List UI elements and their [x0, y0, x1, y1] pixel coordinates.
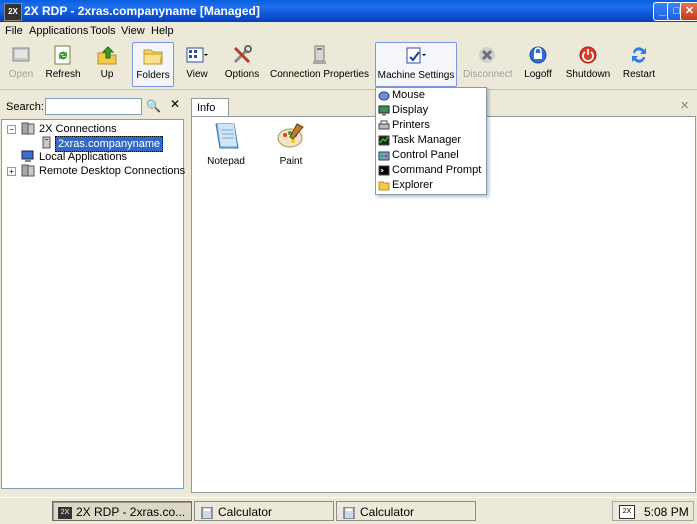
open-button[interactable]: Open	[6, 42, 36, 85]
taskbar: 2X 2X RDP - 2xras.co... Calculator Calcul…	[0, 497, 697, 524]
connection-tree: − 2X Connections 2xras.companyname Local…	[1, 119, 185, 489]
tab-info[interactable]: Info	[191, 98, 229, 116]
menu-bar: File Applications Tools View Help	[0, 22, 697, 39]
explorer-icon	[378, 181, 390, 191]
app-icon: 2X	[4, 3, 22, 21]
disconnect-icon	[479, 47, 495, 63]
menu-help[interactable]: Help	[151, 25, 174, 37]
collapse-icon[interactable]: −	[7, 125, 16, 134]
logoff-icon	[529, 46, 547, 64]
app-2x-icon: 2X	[58, 506, 72, 519]
menu-item-control-panel[interactable]: Control Panel	[378, 148, 459, 163]
paint-icon	[277, 123, 304, 148]
clock[interactable]: 5:08 PM	[644, 502, 689, 522]
app-notepad[interactable]: Notepad	[196, 120, 256, 167]
menu-view[interactable]: View	[121, 25, 145, 37]
command-prompt-icon	[378, 165, 390, 176]
folders-button[interactable]: Folders	[132, 42, 174, 87]
taskbar-item-2x-rdp[interactable]: 2X 2X RDP - 2xras.co...	[52, 501, 192, 521]
taskbar-item-calculator-2[interactable]: Calculator	[336, 501, 476, 521]
menu-item-display[interactable]: Display	[378, 103, 428, 118]
server-group-icon	[21, 122, 35, 135]
menu-tools[interactable]: Tools	[90, 25, 116, 37]
menu-item-task-manager[interactable]: Task Manager	[378, 133, 461, 148]
printers-icon	[378, 120, 390, 130]
refresh-icon	[54, 45, 71, 65]
calculator-icon	[201, 506, 213, 519]
close-tab-icon[interactable]: ✕	[680, 99, 689, 112]
notepad-icon	[215, 123, 239, 149]
system-tray: 2X 5:08 PM	[612, 501, 694, 521]
mouse-icon	[378, 91, 390, 101]
up-button[interactable]: Up	[95, 42, 119, 85]
close-button[interactable]: ✕	[680, 2, 697, 21]
search-label: Search:	[6, 101, 44, 113]
expand-icon[interactable]: +	[7, 167, 16, 176]
menu-applications[interactable]: Applications	[29, 25, 88, 37]
toolbar: Open Refresh Up Folders View Options Con…	[0, 39, 697, 90]
open-icon	[12, 47, 30, 62]
logoff-button[interactable]: Logoff	[523, 42, 553, 85]
title-bar[interactable]: 2X 2X RDP - 2xras.companyname [Managed] …	[0, 0, 697, 22]
search-input[interactable]	[45, 98, 142, 115]
shutdown-icon	[579, 46, 597, 64]
disconnect-button[interactable]: Disconnect	[463, 42, 512, 85]
window-title: 2X RDP - 2xras.companyname [Managed]	[24, 4, 260, 18]
up-icon	[97, 46, 117, 65]
machine-settings-button[interactable]: Machine Settings	[375, 42, 457, 87]
display-icon	[378, 105, 390, 116]
folders-icon	[143, 49, 163, 65]
taskbar-item-calculator-1[interactable]: Calculator	[194, 501, 334, 521]
app-paint[interactable]: Paint	[261, 120, 321, 167]
refresh-button[interactable]: Refresh	[44, 42, 82, 85]
menu-file[interactable]: File	[5, 25, 23, 37]
tray-2x-icon[interactable]: 2X	[619, 505, 635, 519]
restart-button[interactable]: Restart	[621, 42, 657, 85]
machine-settings-menu: Mouse Display Printers Task Manager Cont…	[375, 87, 487, 195]
control-panel-icon	[378, 151, 390, 161]
shutdown-button[interactable]: Shutdown	[565, 42, 611, 85]
view-button[interactable]: View	[182, 42, 212, 85]
task-manager-icon	[378, 135, 390, 146]
options-icon	[233, 45, 252, 64]
menu-item-explorer[interactable]: Explorer	[378, 178, 433, 193]
server-icon	[42, 136, 51, 149]
left-pane: Search: 🔍 ✕ − 2X Connections 2xras.compa…	[0, 95, 185, 493]
connection-properties-button[interactable]: Connection Properties	[270, 42, 369, 85]
search-icon[interactable]: 🔍	[146, 99, 161, 113]
menu-item-printers[interactable]: Printers	[378, 118, 430, 133]
menu-item-mouse[interactable]: Mouse	[378, 88, 425, 103]
machine-settings-icon	[406, 47, 426, 64]
calculator-icon	[343, 506, 355, 519]
close-pane-icon[interactable]: ✕	[170, 97, 180, 111]
restart-icon	[632, 47, 646, 63]
options-button[interactable]: Options	[224, 42, 260, 85]
view-icon	[186, 47, 208, 63]
menu-item-command-prompt[interactable]: Command Prompt	[378, 163, 481, 178]
computer-icon	[21, 150, 34, 162]
connection-properties-icon	[313, 45, 326, 64]
server-group-icon	[21, 164, 35, 177]
